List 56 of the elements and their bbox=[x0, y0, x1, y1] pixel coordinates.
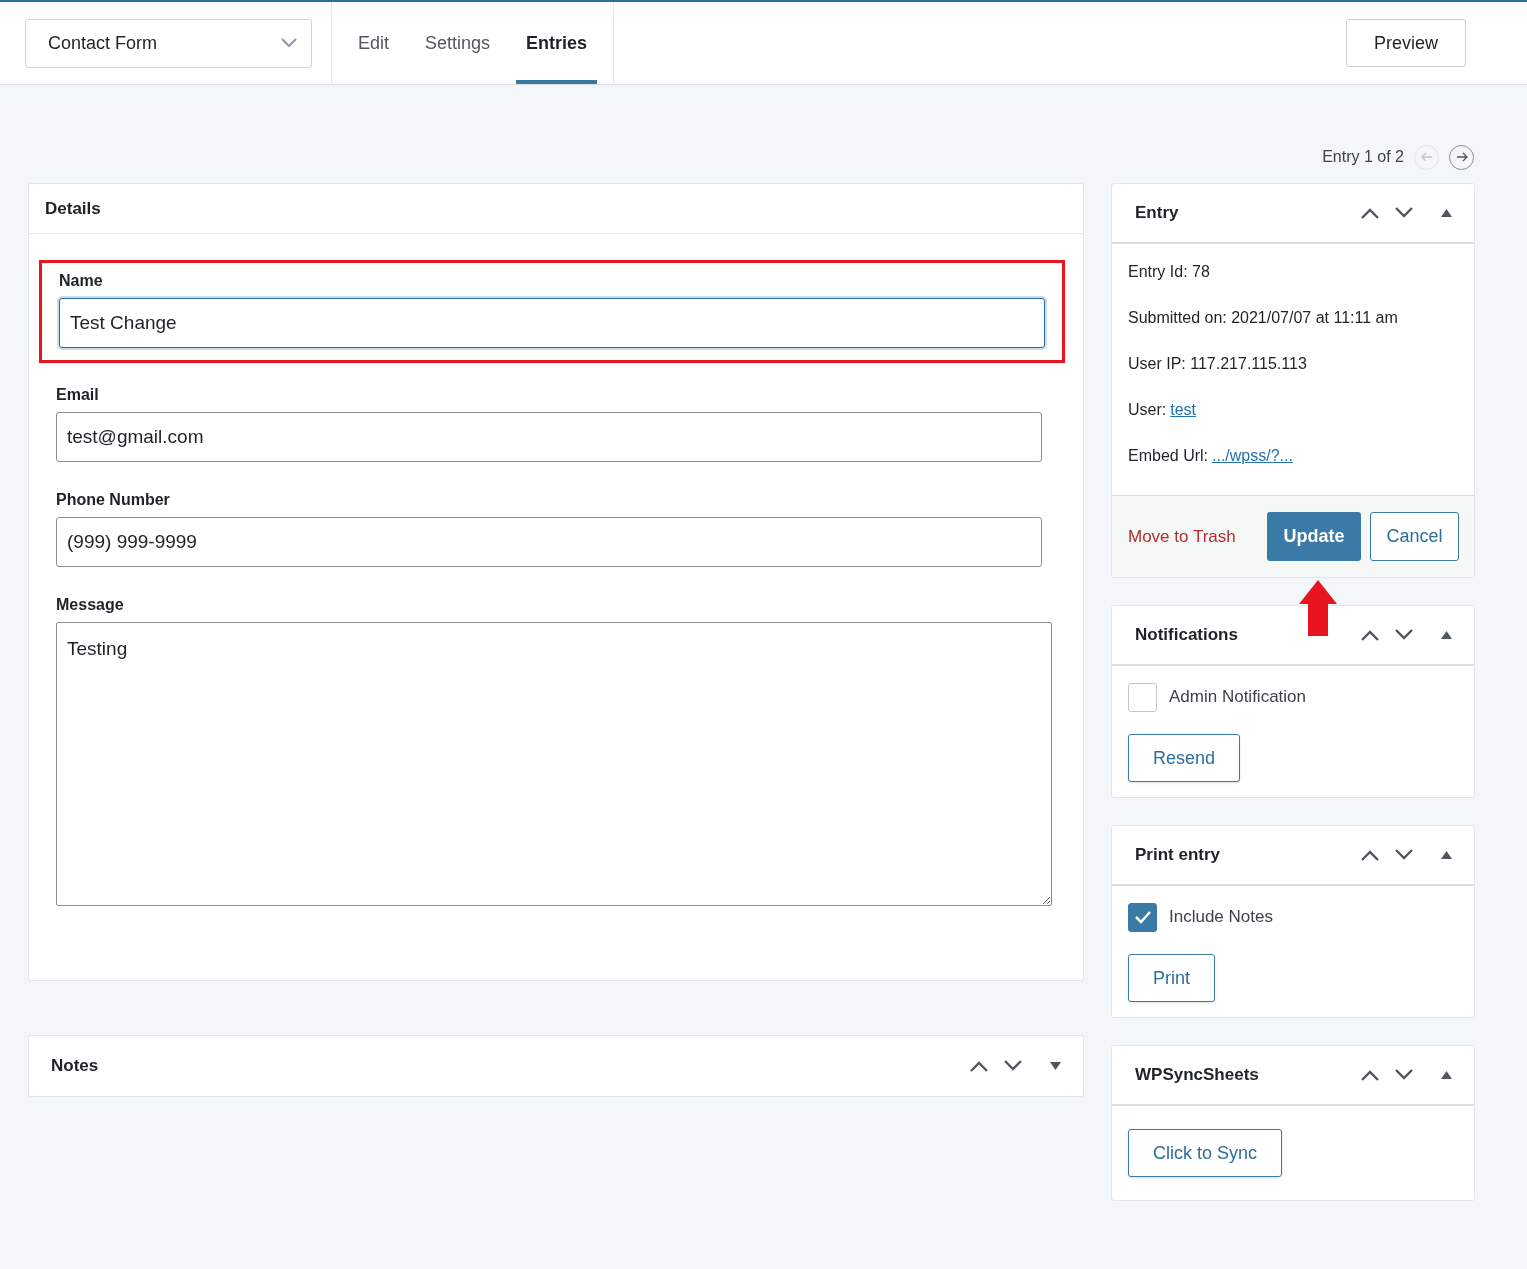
update-button[interactable]: Update bbox=[1267, 512, 1361, 561]
preview-button[interactable]: Preview bbox=[1346, 19, 1466, 67]
toggle-triangle-icon[interactable] bbox=[1441, 851, 1452, 859]
action-button[interactable]: Resend bbox=[1128, 734, 1241, 782]
field-label: Phone Number bbox=[56, 490, 171, 510]
panel-title: Notifications bbox=[1135, 624, 1238, 647]
panel-title: Print entry bbox=[1135, 844, 1221, 867]
field-label: Name bbox=[59, 271, 104, 291]
move-down-icon[interactable] bbox=[1003, 1060, 1023, 1072]
arrow-left-icon bbox=[1420, 152, 1433, 162]
nav-tab[interactable]: Edit bbox=[348, 2, 400, 84]
checkbox-label: Include Notes bbox=[1169, 906, 1273, 929]
meta-text: Submitted on: 2021/07/07 at 11:11 am bbox=[1128, 308, 1399, 328]
action-button[interactable]: Click to Sync bbox=[1128, 1129, 1283, 1177]
toggle-triangle-icon[interactable] bbox=[1441, 209, 1452, 217]
move-up-icon[interactable] bbox=[969, 1060, 989, 1072]
arrow-right-icon bbox=[1455, 152, 1468, 162]
checkbox[interactable] bbox=[1128, 902, 1157, 932]
card-title: Details bbox=[45, 197, 101, 220]
meta-label: Embed Url: bbox=[1128, 446, 1209, 466]
field-label: Email bbox=[56, 385, 100, 405]
panel-title: Notes bbox=[51, 1055, 99, 1078]
panel-title: WPSyncSheets bbox=[1135, 1064, 1259, 1087]
text-input[interactable]: (999) 999-9999 bbox=[56, 517, 1042, 567]
move-down-icon[interactable] bbox=[1394, 207, 1414, 219]
nav-tab[interactable]: Settings bbox=[415, 2, 501, 84]
chevron-down-icon bbox=[281, 38, 297, 48]
meta-link[interactable]: .../wpss/?... bbox=[1212, 444, 1293, 468]
move-up-icon[interactable] bbox=[1360, 1069, 1380, 1081]
field-label: Message bbox=[56, 595, 125, 615]
entry-counter: Entry 1 of 2 bbox=[1322, 147, 1404, 167]
move-up-icon[interactable] bbox=[1360, 849, 1380, 861]
checkbox-label: Admin Notification bbox=[1169, 686, 1306, 709]
move-up-icon[interactable] bbox=[1360, 629, 1380, 641]
text-input[interactable]: Test Change bbox=[59, 298, 1045, 348]
toggle-triangle-icon[interactable] bbox=[1441, 631, 1452, 639]
meta-text: User IP: 117.217.115.113 bbox=[1128, 354, 1308, 374]
move-up-icon[interactable] bbox=[1360, 207, 1380, 219]
form-selector[interactable]: Contact Form bbox=[25, 18, 312, 68]
toggle-triangle-icon[interactable] bbox=[1050, 1062, 1061, 1070]
meta-text: Entry Id: 78 bbox=[1128, 262, 1211, 282]
message-textarea[interactable]: Testing bbox=[56, 622, 1052, 906]
panel-title: Entry bbox=[1135, 202, 1179, 225]
text-input[interactable]: test@gmail.com bbox=[56, 412, 1042, 462]
move-down-icon[interactable] bbox=[1394, 1069, 1414, 1081]
action-button[interactable]: Print bbox=[1128, 954, 1215, 1002]
toggle-triangle-icon[interactable] bbox=[1441, 1071, 1452, 1079]
meta-link[interactable]: test bbox=[1170, 398, 1197, 422]
cancel-button[interactable]: Cancel bbox=[1370, 512, 1459, 561]
move-down-icon[interactable] bbox=[1394, 629, 1414, 641]
trash-link[interactable]: Move to Trash bbox=[1128, 523, 1236, 550]
checkmark-icon bbox=[1133, 910, 1152, 924]
move-down-icon[interactable] bbox=[1394, 849, 1414, 861]
nav-tab[interactable]: Entries bbox=[516, 2, 598, 84]
checkbox[interactable] bbox=[1128, 682, 1157, 712]
meta-label: User: bbox=[1128, 400, 1167, 420]
